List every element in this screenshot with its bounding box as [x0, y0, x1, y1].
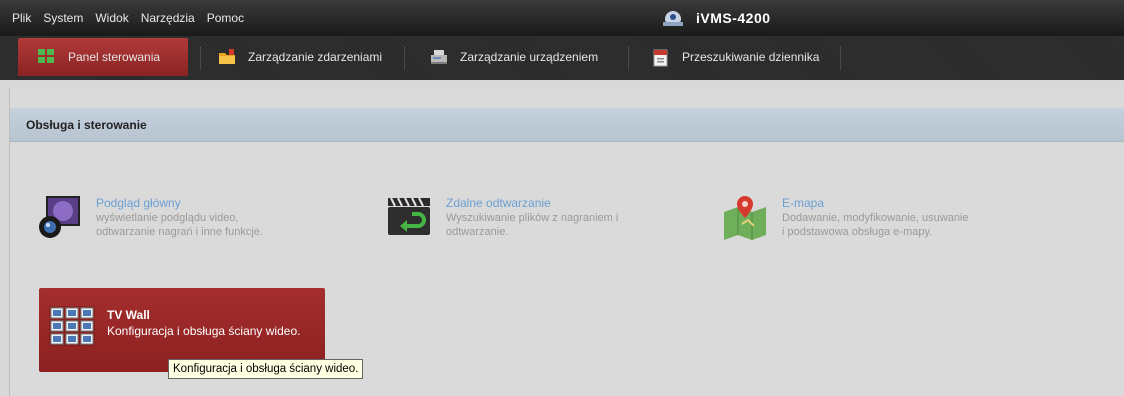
tab-divider [840, 46, 841, 70]
map-pin-icon [722, 194, 768, 240]
device-icon [430, 49, 448, 65]
section-header: Obsługa i sterowanie [10, 108, 1124, 142]
menu-bar: Plik System Widok Narzędzia Pomoc iVMS-4… [0, 0, 1124, 36]
module-description: Dodawanie, modyfikowanie, usuwanie [782, 212, 969, 224]
tv-wall-grid-icon [49, 306, 95, 346]
module-title: Zdalne odtwarzanie [446, 196, 551, 210]
tab-label: Panel sterowania [68, 50, 161, 64]
module-description: odtwarzanie nagrań i inne funkcje. [96, 226, 263, 238]
control-panel-content: Obsługa i sterowanie Podgląd główny wyśw… [9, 88, 1124, 396]
module-title: E-mapa [782, 196, 825, 210]
module-description: Wyszukiwanie plików z nagraniem i [446, 212, 619, 224]
menu-item-system[interactable]: System [37, 11, 89, 25]
module-title: Podgląd główny [96, 196, 181, 210]
tab-label: Zarządzanie zdarzeniami [248, 50, 383, 64]
section-title: Obsługa i sterowanie [26, 118, 147, 132]
camera-monitor-icon [36, 194, 82, 240]
event-folder-icon [218, 49, 236, 65]
menu-item-narzedzia[interactable]: Narzędzia [135, 11, 201, 25]
tab-przeszukiwanie-dziennika[interactable]: Przeszukiwanie dziennika [652, 38, 819, 76]
module-title: TV Wall [107, 308, 150, 322]
clapperboard-playback-icon [386, 194, 432, 240]
module-description: i podstawowa obsługa e-mapy. [782, 226, 933, 238]
module-description: odtwarzanie. [446, 226, 509, 238]
tab-divider [628, 46, 629, 70]
module-main-view[interactable]: Podgląd główny wyświetlanie podglądu vid… [36, 194, 263, 240]
module-remote-playback[interactable]: Zdalne odtwarzanie Wyszukiwanie plików z… [386, 194, 618, 240]
app-title-area: iVMS-4200 [662, 0, 771, 36]
tab-label: Zarządzanie urządzeniem [460, 50, 599, 64]
module-description: wyświetlanie podglądu video, [96, 212, 239, 224]
app-title: iVMS-4200 [696, 10, 771, 26]
main-menu: Plik System Widok Narzędzia Pomoc [0, 0, 250, 36]
module-e-map[interactable]: E-mapa Dodawanie, modyfikowanie, usuwani… [722, 194, 969, 240]
tooltip: Konfiguracja i obsługa ściany wideo. [168, 359, 364, 379]
module-description: Konfiguracja i obsługa ściany wideo. [107, 324, 301, 338]
tab-divider [404, 46, 405, 70]
tv-wall-inner: TV Wall Konfiguracja i obsługa ściany wi… [49, 306, 300, 346]
tab-label: Przeszukiwanie dziennika [682, 50, 820, 64]
tab-zarzadzanie-urzadzeniem[interactable]: Zarządzanie urządzeniem [430, 38, 598, 76]
menu-item-plik[interactable]: Plik [6, 11, 37, 25]
tab-divider [200, 46, 201, 70]
menu-item-pomoc[interactable]: Pomoc [201, 11, 250, 25]
tab-panel-sterowania[interactable]: Panel sterowania [18, 38, 188, 76]
tab-zarzadzanie-zdarzeniami[interactable]: Zarządzanie zdarzeniami [218, 38, 382, 76]
menu-item-widok[interactable]: Widok [89, 11, 134, 25]
log-search-icon [652, 49, 670, 67]
app-logo-camera-icon [662, 9, 684, 27]
panel-grid-icon [38, 49, 56, 65]
tab-bar: Panel sterowania Zarządzanie zdarzeniami… [0, 36, 1124, 80]
